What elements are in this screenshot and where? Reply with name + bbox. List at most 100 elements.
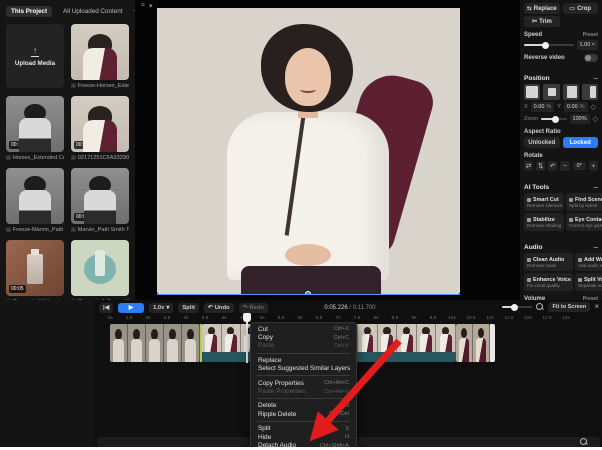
audio-tool-card[interactable]: Enhance Voice Fix vocal quality [524, 273, 573, 291]
trim-button[interactable]: ✄ Trim [524, 16, 560, 27]
context-menu-item[interactable]: Cut Ctrl+X [251, 325, 356, 333]
media-item[interactable]: 00:13 ▤ Horses_Extended Cu... [6, 96, 64, 161]
media-item[interactable]: ▤ Freeze-Marvin_Patti ... [6, 168, 64, 233]
redo-button[interactable]: ↷ Redo [238, 302, 268, 313]
context-menu-item[interactable] [257, 352, 350, 354]
media-thumbnail[interactable]: 00:05 [71, 168, 129, 224]
zoom-in-icon[interactable] [536, 303, 544, 311]
position-preset-fit[interactable] [543, 84, 560, 100]
rotate-angle-value[interactable]: 0° [572, 162, 586, 170]
video-preview[interactable] [157, 8, 460, 295]
rotate-decrease-button[interactable]: − [560, 161, 570, 171]
media-thumbnail[interactable]: 00:06 [71, 96, 129, 152]
ruler-tick: 3s [183, 316, 189, 321]
media-thumbnail[interactable] [71, 240, 129, 296]
context-menu-item[interactable] [257, 375, 350, 377]
crop-button[interactable]: ▭ Crop [562, 3, 598, 14]
media-item[interactable]: ▤ Freeze-Horses_Exten... [71, 24, 129, 89]
card-icon [577, 257, 582, 262]
media-thumbnail[interactable]: 00:05 [6, 240, 64, 296]
reverse-video-toggle[interactable] [584, 54, 598, 62]
skip-back-button[interactable]: |◀ [99, 302, 114, 313]
close-icon[interactable]: × [594, 303, 599, 311]
media-thumbnail[interactable] [71, 24, 129, 80]
ai-tool-card[interactable]: Smart Cut Remove silences [524, 193, 564, 211]
context-menu-item[interactable]: Ripple Delete Ctrl+Del [251, 410, 356, 418]
audio-collapse-icon[interactable]: – [594, 243, 598, 251]
playback-speed-button[interactable]: 1.0x ▾ [149, 302, 174, 313]
selection-handle-bottom-right[interactable] [457, 291, 460, 294]
audio-tool-card[interactable]: Add Waveform Add audio visuals [574, 253, 602, 271]
aspect-locked-button[interactable]: Locked [562, 137, 598, 148]
media-item[interactable]: 00:06 ▤ 02171251C6A332908... [71, 96, 129, 161]
zoom-value[interactable]: 100% [569, 114, 590, 124]
replace-button[interactable]: ⇆ Replace [524, 3, 560, 14]
timeline-zoom-slider[interactable] [502, 303, 533, 311]
ai-tool-card[interactable]: Find Scenes Split by scene [565, 193, 602, 211]
preview-canvas[interactable]: ⌗ ▾ [135, 0, 520, 300]
zoom-label: Zoom [524, 116, 539, 122]
ai-tools-collapse-icon[interactable]: – [594, 183, 598, 191]
y-input[interactable]: 0.00% [563, 102, 588, 112]
speed-slider[interactable] [524, 41, 574, 49]
context-menu-item[interactable]: Paste Properties Ctrl+Alt+V [251, 387, 356, 395]
media-thumbnail[interactable]: 00:13 [6, 96, 64, 152]
split-button[interactable]: Split [178, 302, 199, 313]
clip-boundary-marker [200, 324, 202, 362]
context-menu-item[interactable]: Split S [251, 425, 356, 433]
play-button[interactable]: ▶ [118, 302, 145, 313]
zoom-slider[interactable] [541, 115, 567, 123]
clip-right-trim-handle[interactable] [490, 324, 495, 362]
position-collapse-icon[interactable]: – [594, 74, 598, 82]
ai-tool-card[interactable]: Eye Contact Correct eye gaze [565, 213, 602, 231]
media-item[interactable]: 00:05 ▤ Marvin_Patti Smith T... [71, 168, 129, 233]
x-input[interactable]: 0.00% [530, 102, 555, 112]
context-menu-item[interactable]: Copy Properties Ctrl+Alt+C [251, 379, 356, 387]
menu-item-shortcut: Ctrl+V [333, 342, 349, 349]
audio-tool-card[interactable]: Clean Audio Remove noise [524, 253, 573, 271]
media-item[interactable]: 00:05 ▤ Generated Video: tur... [6, 240, 64, 305]
context-menu-item[interactable]: Select Suggested Similar Layers [251, 365, 356, 373]
tab-this-project[interactable]: This Project [6, 5, 53, 17]
upload-media-button[interactable]: ↑ Upload Media [6, 24, 64, 88]
undo-button[interactable]: ↶ Undo [203, 302, 234, 313]
speed-value[interactable]: 1.00 × [576, 40, 598, 50]
clip-tail[interactable] [456, 324, 490, 362]
ai-tool-card[interactable]: Stabilize Remove shaking [524, 213, 564, 231]
clip-bw-intro[interactable] [110, 324, 200, 362]
ruler-tick: 9s [411, 316, 417, 321]
media-item[interactable]: ▤ Generated_Scene_Wi... [71, 240, 129, 305]
media-item-name: 02171251C6A332908... [77, 155, 129, 161]
context-menu-item[interactable]: Hide H [251, 433, 356, 441]
selection-handle-bottom-center[interactable] [305, 291, 311, 294]
context-menu-item[interactable]: Delete Del [251, 402, 356, 410]
rotate-increase-button[interactable]: + [588, 161, 598, 171]
audio-tool-card[interactable]: Split Vocals Separate vocal layer [574, 273, 602, 291]
ruler-tick: 8.5 [391, 316, 399, 321]
fit-to-screen-button[interactable]: Fit to Screen [548, 302, 591, 312]
position-preset-right-narrow[interactable] [581, 84, 598, 100]
position-preset-right-wide[interactable] [562, 84, 579, 100]
media-grid: ↑ Upload Media ▤ Freeze-Horses_Exten... [6, 24, 129, 305]
reverse-video-label: Reverse video [524, 55, 565, 61]
chevron-down-icon[interactable]: ▾ [149, 2, 153, 10]
position-keyframe-icon[interactable]: ◇ [591, 103, 596, 111]
media-thumbnail[interactable] [6, 168, 64, 224]
context-menu-item[interactable]: Replace [251, 356, 356, 364]
rotate-90-icon[interactable]: ↶ [548, 161, 558, 171]
search-icon[interactable] [580, 438, 588, 446]
layout-icon[interactable]: ⌗ [141, 2, 145, 10]
flip-vertical-icon[interactable]: ⇅ [536, 161, 546, 171]
context-menu-item[interactable] [257, 421, 350, 423]
tab-all-uploaded-content[interactable]: All Uploaded Content [58, 6, 128, 17]
context-menu-item[interactable] [257, 398, 350, 400]
zoom-keyframe-icon[interactable]: ◇ [593, 115, 598, 123]
aspect-unlocked-button[interactable]: Unlocked [524, 137, 560, 148]
context-menu-item[interactable]: Copy Ctrl+C [251, 333, 356, 341]
speed-preset-label[interactable]: Preset [583, 32, 598, 38]
selection-handle-bottom-left[interactable] [157, 291, 160, 294]
flip-horizontal-icon[interactable]: ⇄ [524, 161, 534, 171]
position-preset-fill[interactable] [524, 84, 541, 100]
context-menu-item[interactable]: Paste Ctrl+V [251, 342, 356, 350]
menu-item-label: Replace [258, 356, 282, 364]
